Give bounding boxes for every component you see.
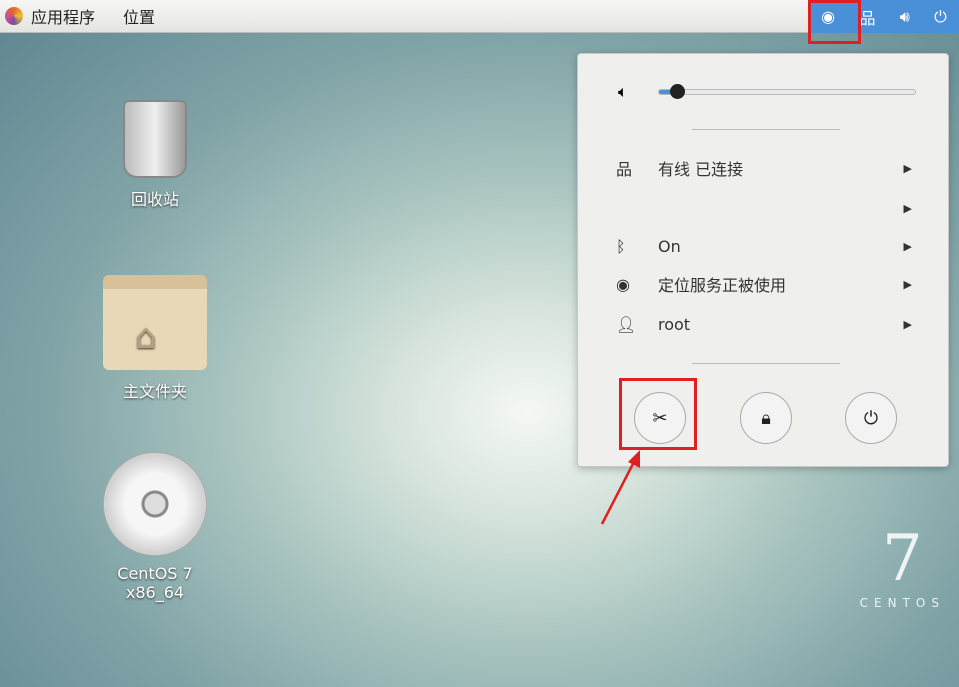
centos-watermark: 7 CENTOS: [859, 522, 945, 610]
network-wired-icon: 品: [616, 160, 633, 179]
lock-icon: 🔒︎: [761, 407, 771, 429]
annotation-arrow: [600, 450, 640, 525]
divider: [692, 363, 840, 364]
arrow-right-icon: ▶: [903, 201, 912, 215]
power-off-button[interactable]: ⏻: [845, 392, 897, 444]
divider: [692, 129, 840, 130]
desktop-icon-label: CentOS 7 x86_64: [117, 564, 193, 602]
desktop-icon-label: 回收站: [130, 190, 179, 209]
places-menu[interactable]: 位置: [123, 4, 155, 28]
location-icon: ◉: [616, 274, 630, 294]
arrow-right-icon: ▶: [903, 239, 912, 253]
power-icon: ⏻: [863, 407, 879, 429]
desktop-icon-label: 主文件夹: [122, 382, 187, 401]
highlight-box-settings: [619, 378, 697, 450]
menu-item-user[interactable]: 👤︎ root ▶: [616, 309, 912, 339]
volume-muted-icon: 🔈︎: [618, 82, 628, 101]
highlight-box-tray: [808, 0, 861, 44]
app-logo-icon: [5, 7, 23, 25]
desktop-icon-home[interactable]: ⌂ 主文件夹: [90, 275, 220, 402]
home-folder-icon: ⌂: [103, 275, 207, 370]
desktop-icon-trash[interactable]: 回收站: [90, 100, 220, 210]
lock-button[interactable]: 🔒︎: [740, 392, 792, 444]
power-icon[interactable]: ⏻: [934, 7, 947, 27]
arrow-right-icon: ▶: [903, 317, 912, 331]
menu-item-wired[interactable]: 品有线 已连接 ▶: [616, 153, 912, 183]
menu-item-location[interactable]: ◉ 定位服务正被使用 ▶: [616, 269, 912, 299]
arrow-right-icon: ▶: [903, 161, 912, 175]
applications-menu[interactable]: 应用程序: [31, 4, 95, 28]
menu-item-blank[interactable]: ▶: [616, 193, 912, 223]
volume-icon[interactable]: 🔊︎: [900, 7, 910, 27]
user-icon: 👤︎: [616, 314, 637, 334]
arrow-right-icon: ▶: [903, 277, 912, 291]
bluetooth-icon: ᛒ: [616, 236, 626, 256]
trash-icon: [123, 100, 187, 178]
menu-item-bluetooth[interactable]: ᛒ On ▶: [616, 231, 912, 261]
disc-icon: [103, 452, 207, 556]
volume-slider[interactable]: [658, 84, 916, 99]
desktop-icon-disc[interactable]: CentOS 7 x86_64: [90, 452, 220, 602]
network-wired-icon[interactable]: 品: [859, 5, 875, 29]
